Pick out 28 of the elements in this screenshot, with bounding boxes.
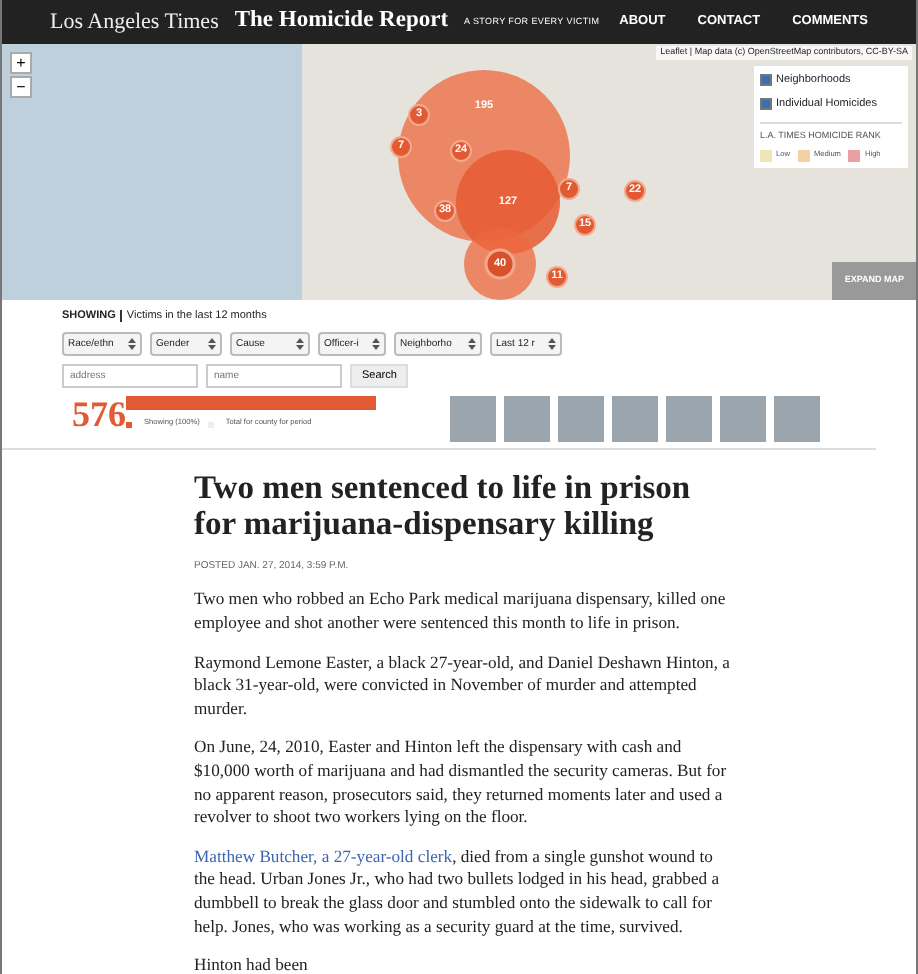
select-arrows-icon	[128, 338, 136, 351]
article-headline: Two men sentenced to life in prison for marijuana-dispensary killing	[194, 470, 693, 542]
select-arrows-icon	[372, 338, 380, 351]
article-paragraph: Two men who robbed an Echo Park medical marijuana dispensary, killed one employee and shot another were sentenced this month to life in prison.	[194, 588, 728, 636]
article-paragraph: Raymond Lemone Easter, a black 27-year-old, and Daniel Deshawn Hinton, a black 31-year-old, were convicted in November of murder and attempted murder.	[194, 651, 732, 721]
photo-placeholder[interactable]	[666, 396, 712, 443]
layer-checkbox[interactable]	[760, 74, 772, 87]
article-paragraph: On June, 24, 2010, Easter and Hinton left the dispensary with cash and $10,000 worth of marijuana and had dismantled the security cameras. But for no apparent reason, prosecutors said, they returned moments later and used a revolver to shoot two workers lying on the floor.	[194, 736, 729, 830]
photo-placeholder[interactable]	[720, 396, 766, 443]
layer-checkbox[interactable]	[760, 98, 772, 111]
photo-placeholder[interactable]	[612, 396, 658, 443]
select-arrows-icon	[296, 338, 304, 351]
article-paragraph: Hinton had been	[194, 954, 310, 974]
legend-swatch	[126, 421, 132, 428]
select-arrows-icon	[468, 338, 476, 351]
zoom-in-button[interactable]: +	[10, 52, 32, 74]
article-paragraph: Matthew Butcher, a 27-year-old clerk, died from a single gunshot wound to the head. Urban Jones Jr., who had two bullets lodged in his head, grabbed a dumbbell to break the glass door and stumbled onto the sidewalk to call for help. Jones, who was working as a security guard at the time, survived.	[194, 845, 722, 939]
zoom-out-button[interactable]: −	[10, 76, 32, 98]
photo-placeholder[interactable]	[774, 396, 820, 443]
photo-placeholder[interactable]	[450, 396, 496, 443]
logo-text: Los Angeles Times	[50, 7, 219, 38]
photo-placeholder[interactable]	[558, 396, 604, 443]
article-link[interactable]: Matthew Butcher, a 27-year-old clerk	[194, 845, 453, 866]
select-arrows-icon	[548, 338, 556, 351]
select-arrows-icon	[208, 338, 216, 351]
site-title: The Homicide Report	[234, 6, 449, 37]
photo-placeholder[interactable]	[504, 396, 550, 443]
victim-count: 576	[70, 396, 126, 433]
